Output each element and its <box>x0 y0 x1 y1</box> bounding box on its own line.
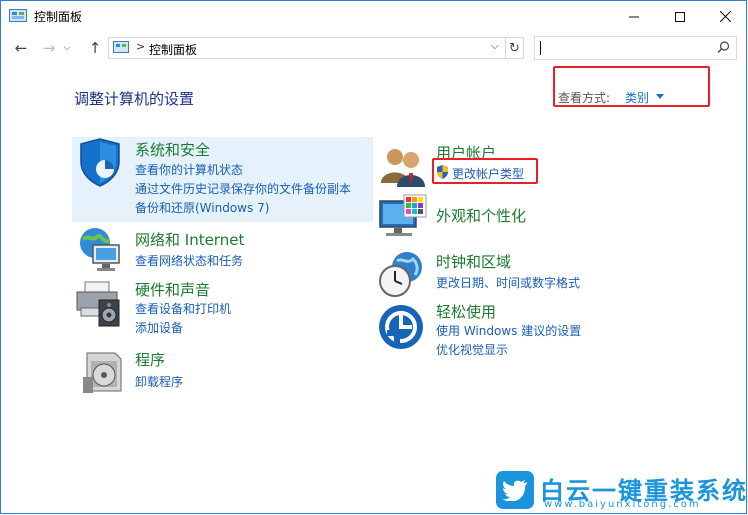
category-title-programs[interactable]: 程序 <box>135 349 165 370</box>
link-windows-recommended-settings[interactable]: 使用 Windows 建议的设置 <box>436 322 581 339</box>
page-title: 调整计算机的设置 <box>74 90 195 108</box>
back-button[interactable]: ← <box>11 39 31 57</box>
search-input[interactable] <box>534 36 737 60</box>
breadcrumb-control-panel[interactable]: 控制面板 <box>149 41 197 58</box>
annotation-box-view-by <box>553 66 710 107</box>
control-panel-icon <box>113 41 129 53</box>
category-title-system-security[interactable]: 系统和安全 <box>135 139 210 160</box>
address-bar[interactable]: > 控制面板 ⌵ <box>108 37 506 59</box>
back-arrow-icon: ← <box>14 39 28 57</box>
link-network-status[interactable]: 查看网络状态和任务 <box>135 252 243 269</box>
annotation-box-change-account-type <box>432 158 538 184</box>
maximize-button[interactable] <box>657 1 703 32</box>
refresh-button[interactable]: ↻ <box>506 37 524 59</box>
minimize-button[interactable] <box>611 1 657 32</box>
programs-disc-icon <box>83 352 122 393</box>
category-title-hardware-sound[interactable]: 硬件和声音 <box>135 279 210 300</box>
monitor-palette-icon <box>379 194 427 236</box>
control-panel-window: 控制面板 ← → ⌵ ↑ > 控制面板 ⌵ ↻ 调整计算机的设置 查看方式: 类… <box>0 0 747 514</box>
forward-arrow-icon: → <box>42 39 56 57</box>
watermark-logo <box>496 471 534 509</box>
forward-button[interactable]: → <box>39 39 59 57</box>
up-button[interactable]: ↑ <box>85 39 105 57</box>
minimize-icon <box>629 16 639 17</box>
recent-locations-button[interactable]: ⌵ <box>61 39 73 57</box>
chevron-down-icon[interactable]: ⌵ <box>491 41 499 52</box>
shield-icon <box>80 138 120 187</box>
link-file-history-backup[interactable]: 通过文件历史记录保存你的文件备份副本 <box>135 180 351 197</box>
clock-globe-icon <box>379 252 422 297</box>
users-icon <box>381 149 425 187</box>
link-view-computer-status[interactable]: 查看你的计算机状态 <box>135 161 243 178</box>
title-bar[interactable]: 控制面板 <box>1 1 746 32</box>
link-backup-restore[interactable]: 备份和还原(Windows 7) <box>135 199 269 216</box>
window-title: 控制面板 <box>34 10 83 24</box>
category-title-appearance-personalization[interactable]: 外观和个性化 <box>436 205 526 226</box>
watermark-url: www.baiyunxitong.com <box>544 499 701 510</box>
link-devices-printers[interactable]: 查看设备和打印机 <box>135 300 231 317</box>
category-title-ease-of-access[interactable]: 轻松使用 <box>436 301 496 322</box>
printer-speaker-icon <box>76 281 120 327</box>
search-icon <box>717 41 730 53</box>
close-icon <box>719 11 731 22</box>
text-caret <box>540 41 541 55</box>
breadcrumb-separator[interactable]: > <box>136 40 145 53</box>
refresh-icon: ↻ <box>509 40 520 56</box>
ease-of-access-icon <box>379 305 423 349</box>
link-change-date-time-format[interactable]: 更改日期、时间或数字格式 <box>436 274 580 291</box>
control-panel-icon <box>9 9 27 22</box>
network-globe-icon <box>80 228 120 271</box>
close-button[interactable] <box>702 1 748 32</box>
bird-icon <box>502 480 527 501</box>
up-arrow-icon: ↑ <box>88 39 102 57</box>
watermark: 白云一键重装系统 www.baiyunxitong.com <box>496 469 746 511</box>
link-optimize-visual-display[interactable]: 优化视觉显示 <box>436 341 508 358</box>
category-title-network-internet[interactable]: 网络和 Internet <box>135 229 244 250</box>
category-title-clock-region[interactable]: 时钟和区域 <box>436 251 511 272</box>
link-uninstall-program[interactable]: 卸载程序 <box>135 373 183 390</box>
link-add-device[interactable]: 添加设备 <box>135 319 183 336</box>
maximize-icon <box>675 11 685 22</box>
